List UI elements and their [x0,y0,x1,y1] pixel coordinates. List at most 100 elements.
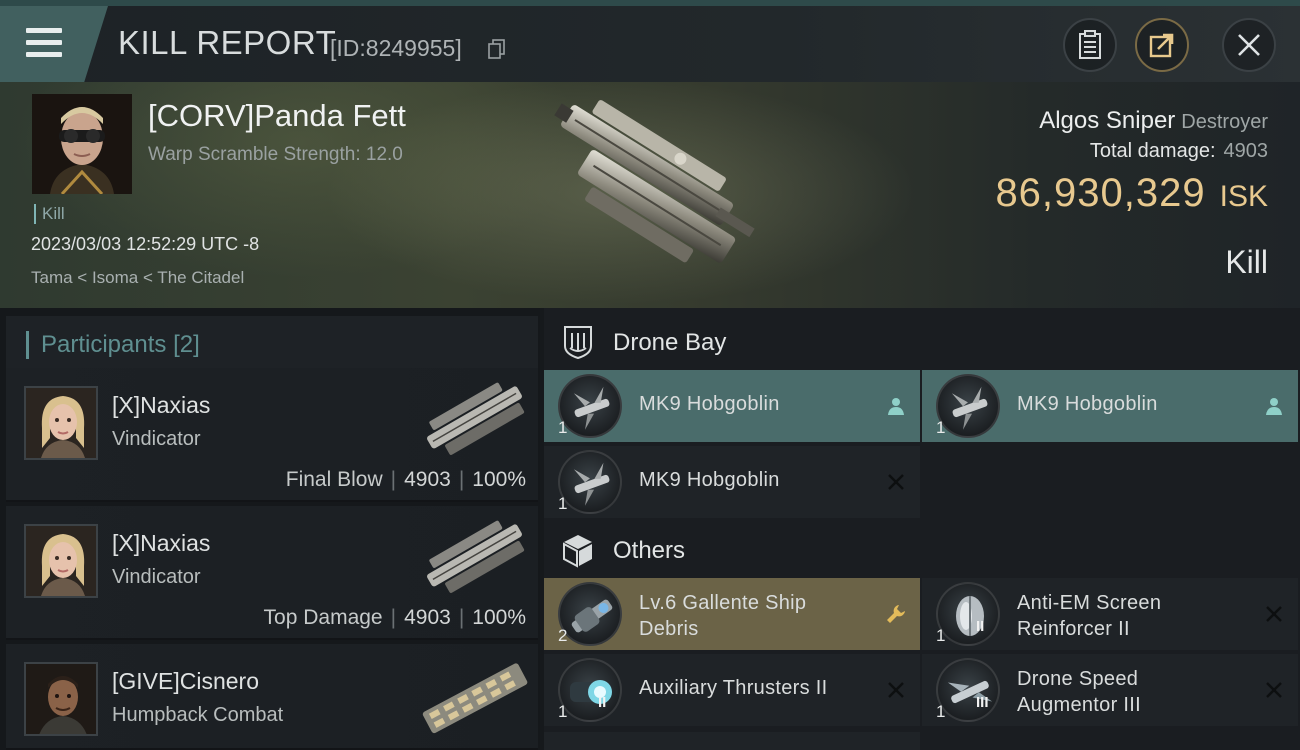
kill-result: Kill [1225,244,1268,280]
avatar [24,386,98,460]
total-damage-value: 4903 [1223,140,1269,162]
cargo-box-icon [563,535,592,568]
participant-card[interactable]: [X]Naxias Vindicator Top Damage | 4903 | 100… [6,506,538,640]
victim-summary: [CORV]Panda Fett Warp Scramble Strength:… [0,82,1300,308]
ship-value-info: Algos Sniper Destroyer Total damage: 4903 … [995,106,1268,228]
clipboard-button[interactable] [1063,18,1117,72]
ship-class: Destroyer [1181,111,1268,133]
item-name: Drone Speed Augmentor III [1017,668,1141,716]
share-button[interactable] [1135,18,1189,72]
isk-value: 86,930,329 [995,171,1206,215]
item-quantity: 1 [558,418,568,437]
participant-damage: 4903 [404,606,451,629]
tier-badge: II [976,618,985,635]
cargo-item[interactable]: II 1 Auxiliary Thrusters II [544,654,920,726]
destroyed-x-icon [884,678,908,702]
tier-badge: II [598,694,607,711]
destroyed-x-icon [1262,602,1286,626]
participants-panel: Participants [2] [X]Naxias Vindicator Fi… [0,308,540,750]
kill-tag: Kill [34,204,65,224]
drone-bay-title: Drone Bay [613,329,727,356]
menu-button[interactable] [0,6,108,82]
kill-timestamp: 2023/03/03 12:52:29 UTC -8 [31,234,260,254]
tier-badge: III [976,694,989,711]
item-quantity: 1 [558,702,568,721]
copy-icon[interactable] [488,39,506,59]
hobgoblin-drone-icon [558,450,622,514]
item-name: Auxiliary Thrusters II [639,677,828,699]
participant-percent: 100% [472,606,526,629]
participant-ship-image [427,382,525,455]
hamburger-icon [26,28,62,58]
item-name: MK9 Hobgoblin [1017,393,1158,415]
items-panel: Drone Bay 1 MK9 Hobgoblin 1 MK9 Hobgobli… [544,308,1300,750]
participant-ship-image [422,663,528,734]
destroyed-x-icon [884,470,908,494]
participants-header: Participants [2] [6,316,538,374]
drone-item[interactable]: 1 MK9 Hobgoblin [922,370,1298,442]
shield-module-icon [936,582,1000,646]
avatar [32,94,132,194]
report-id: [ID:8249955] [330,35,462,61]
others-header: Others [544,520,1300,580]
drone-item[interactable]: 1 MK9 Hobgoblin [544,370,920,442]
participant-ship: Humpback Combat [112,704,284,726]
cargo-item[interactable]: III 1 Drone Speed Augmentor III [922,654,1298,726]
thruster-module-icon [558,658,622,722]
ship-debris-icon [558,582,622,646]
avatar [24,524,98,598]
item-quantity: 1 [936,702,946,721]
participant-percent: 100% [472,468,526,491]
participant-name[interactable]: [X]Naxias [112,530,210,557]
item-quantity: 2 [558,626,568,645]
person-icon [1262,394,1286,418]
participant-damage: 4903 [404,468,451,491]
participant-card[interactable]: [GIVE]Cisnero Humpback Combat [6,644,538,750]
participant-role: Final Blow [285,468,383,491]
item-quantity: 1 [936,626,946,645]
close-button[interactable] [1222,18,1276,72]
item-name: MK9 Hobgoblin [639,469,780,491]
victim-portrait[interactable] [32,94,132,194]
item-name: Anti-EM Screen Reinforcer II [1017,592,1162,640]
victim-ship-image[interactable] [520,90,790,295]
total-damage-label: Total damage: [1089,140,1216,162]
close-icon [1238,34,1260,56]
participant-name[interactable]: [GIVE]Cisnero [112,668,259,695]
wrench-icon [884,602,908,626]
others-title: Others [613,537,686,564]
item-quantity: 1 [558,494,568,513]
item-name: MK9 Hobgoblin [639,393,780,415]
person-icon [884,394,908,418]
participants-label: Participants [41,331,167,358]
drone-augmentor-icon [936,658,1000,722]
destroyed-x-icon [1262,678,1286,702]
header-bar: KILL REPORT [ID:8249955] [0,6,1300,82]
cargo-item[interactable]: II 1 Anti-EM Screen Reinforcer II [922,578,1298,650]
item-quantity: 1 [936,418,946,437]
hobgoblin-drone-icon [558,374,622,438]
kill-location[interactable]: Tama < Isoma < The Citadel [31,268,244,288]
clipboard-icon [1079,30,1101,59]
avatar [24,662,98,736]
drone-bay-header: Drone Bay [544,312,1300,372]
drone-item[interactable]: 1 MK9 Hobgoblin [544,446,920,518]
participant-ship-image [427,520,525,593]
ship-name[interactable]: Algos Sniper [1039,107,1175,134]
participant-stats: Final Blow | 4903 | 100% [285,468,526,491]
partial-item-row [544,732,920,750]
participant-name[interactable]: [X]Naxias [112,392,210,419]
cargo-item[interactable]: 2 Lv.6 Gallente Ship Debris [544,578,920,650]
participant-ship: Vindicator [112,566,201,588]
item-name: Lv.6 Gallente Ship Debris [639,592,807,640]
hobgoblin-drone-icon [936,374,1000,438]
participants-count: [2] [173,331,200,358]
isk-unit: ISK [1219,180,1268,213]
victim-name[interactable]: [CORV]Panda Fett [148,98,406,134]
participant-stats: Top Damage | 4903 | 100% [263,606,526,629]
drone-bay-icon [564,326,592,360]
warp-scramble-strength: Warp Scramble Strength: 12.0 [148,144,403,165]
share-icon [1149,33,1174,58]
page-title: KILL REPORT [118,24,337,61]
participant-card[interactable]: [X]Naxias Vindicator Final Blow | 4903 | 100… [6,368,538,502]
